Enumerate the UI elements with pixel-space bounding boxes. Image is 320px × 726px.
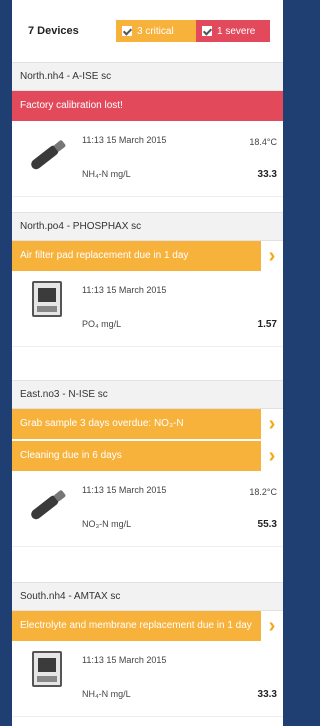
reading-timestamp: 11:13 15 March 2015 bbox=[82, 285, 167, 295]
alarm-text: Air filter pad replacement due in 1 day bbox=[20, 250, 189, 261]
alarm-critical[interactable]: Air filter pad replacement due in 1 day … bbox=[12, 241, 283, 271]
reading-row: 11:13 15 March 2015 18.4°C NH₄-N mg/L 33… bbox=[12, 123, 283, 197]
reading-timestamp: 11:13 15 March 2015 bbox=[82, 485, 167, 495]
reading-value: 1.57 bbox=[257, 319, 277, 330]
device-card-north-nh4[interactable]: North.nh4 - A-ISE sc Factory calibration… bbox=[12, 62, 283, 197]
severe-filter-toggle[interactable]: 1 severe bbox=[196, 20, 270, 42]
reading-value: 33.3 bbox=[257, 689, 277, 700]
alarm-text: Cleaning due in 6 days bbox=[20, 450, 122, 461]
alarm-text: Grab sample 3 days overdue: NO₃-N bbox=[20, 418, 184, 429]
device-list-header: 7 Devices 3 critical 1 severe bbox=[12, 0, 283, 62]
reading-value: 33.3 bbox=[257, 169, 277, 180]
alarm-severe[interactable]: Factory calibration lost! bbox=[12, 91, 283, 121]
device-card-south-nh4[interactable]: South.nh4 - AMTAX sc Electrolyte and mem… bbox=[12, 582, 283, 717]
parameter-label: NO₃-N mg/L bbox=[82, 519, 132, 529]
chevron-right-icon[interactable]: › bbox=[261, 241, 283, 271]
chevron-right-icon[interactable]: › bbox=[261, 611, 283, 641]
device-count: 7 Devices bbox=[28, 25, 79, 37]
alarm-text: Factory calibration lost! bbox=[20, 100, 123, 111]
checkbox-checked-icon bbox=[202, 26, 212, 36]
reading-timestamp: 11:13 15 March 2015 bbox=[82, 135, 167, 145]
temperature-value: 18.4°C bbox=[249, 137, 277, 147]
probe-sensor-icon bbox=[27, 486, 68, 523]
analyzer-icon bbox=[32, 281, 62, 317]
alarm-critical[interactable]: Electrolyte and membrane replacement due… bbox=[12, 611, 283, 641]
device-name: North.po4 - PHOSPHAX sc bbox=[12, 212, 283, 241]
reading-timestamp: 11:13 15 March 2015 bbox=[82, 655, 167, 665]
reading-row: 11:13 15 March 2015 NH₄-N mg/L 33.3 bbox=[12, 643, 283, 717]
checkbox-checked-icon bbox=[122, 26, 132, 36]
analyzer-icon bbox=[32, 651, 62, 687]
device-card-north-po4[interactable]: North.po4 - PHOSPHAX sc Air filter pad r… bbox=[12, 212, 283, 347]
critical-filter-toggle[interactable]: 3 critical bbox=[116, 20, 196, 42]
chevron-right-icon[interactable]: › bbox=[261, 409, 283, 439]
reading-value: 55.3 bbox=[257, 519, 277, 530]
parameter-label: PO₄ mg/L bbox=[82, 319, 122, 329]
critical-filter-label: 3 critical bbox=[137, 25, 174, 37]
parameter-label: NH₄-N mg/L bbox=[82, 169, 131, 179]
chevron-right-icon[interactable]: › bbox=[261, 441, 283, 471]
probe-sensor-icon bbox=[27, 136, 68, 173]
reading-row: 11:13 15 March 2015 18.2°C NO₃-N mg/L 55… bbox=[12, 473, 283, 547]
device-card-east-no3[interactable]: East.no3 - N-ISE sc Grab sample 3 days o… bbox=[12, 380, 283, 547]
alarm-critical[interactable]: Cleaning due in 6 days › bbox=[12, 441, 283, 471]
reading-row: 11:13 15 March 2015 PO₄ mg/L 1.57 bbox=[12, 273, 283, 347]
parameter-label: NH₄-N mg/L bbox=[82, 689, 131, 699]
device-name: South.nh4 - AMTAX sc bbox=[12, 582, 283, 611]
temperature-value: 18.2°C bbox=[249, 487, 277, 497]
device-list-panel: 7 Devices 3 critical 1 severe North.nh4 … bbox=[12, 0, 283, 726]
alarm-critical[interactable]: Grab sample 3 days overdue: NO₃-N › bbox=[12, 409, 283, 439]
severe-filter-label: 1 severe bbox=[217, 25, 256, 37]
device-name: North.nh4 - A-ISE sc bbox=[12, 62, 283, 91]
alarm-text: Electrolyte and membrane replacement due… bbox=[20, 620, 252, 631]
device-name: East.no3 - N-ISE sc bbox=[12, 380, 283, 409]
